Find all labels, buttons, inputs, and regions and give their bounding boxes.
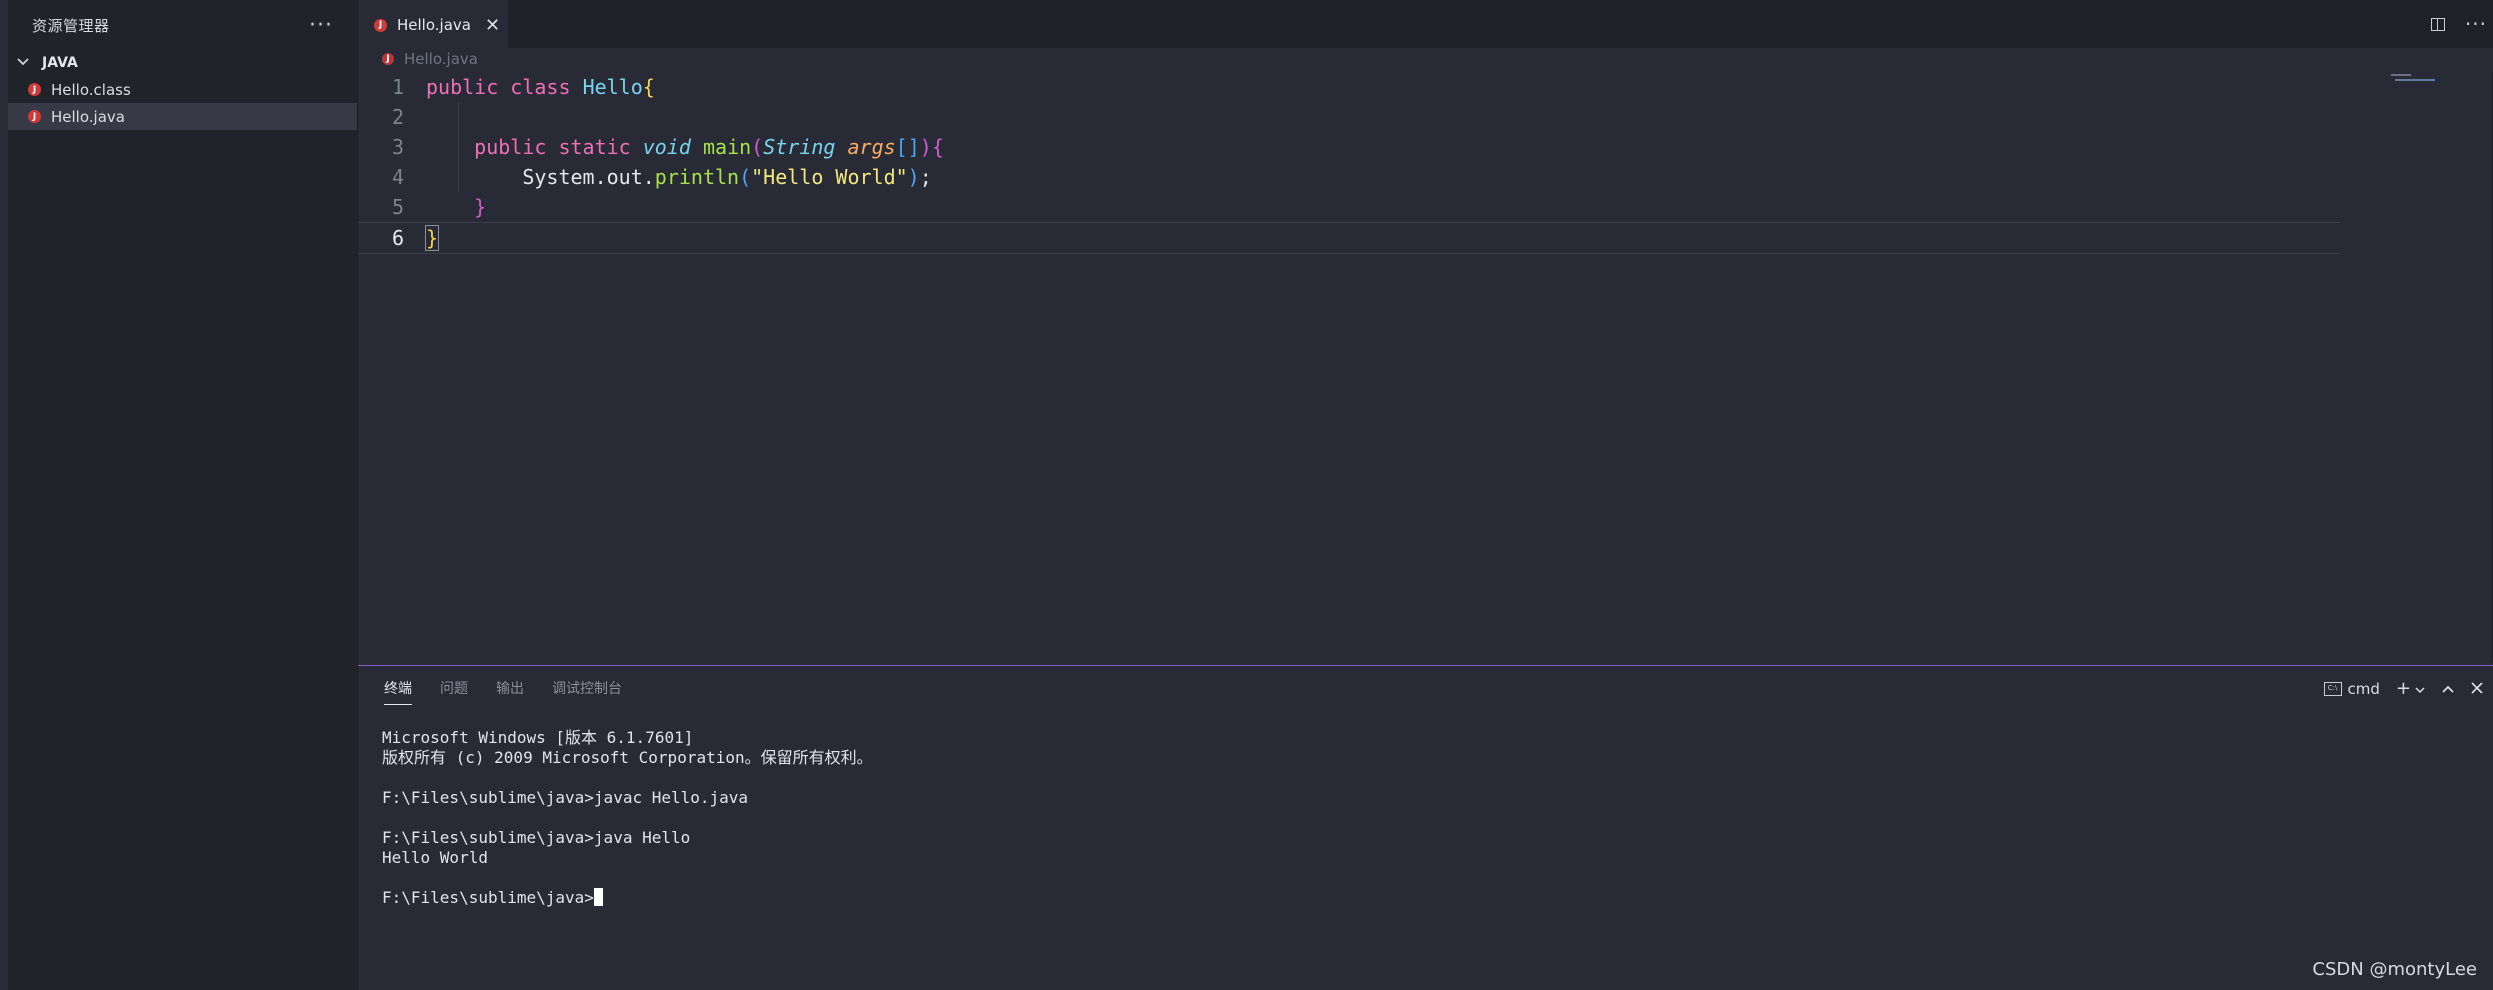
more-actions-icon[interactable]: ··· [2465,12,2487,36]
terminal-selector[interactable]: C:\ cmd [2323,679,2380,698]
file-label: Hello.class [51,80,131,99]
tab-debug-console[interactable]: 调试控制台 [552,672,622,704]
terminal-output[interactable]: Microsoft Windows [版本 6.1.7601] 版权所有 (c) … [382,728,873,908]
editor-actions: ··· [2430,0,2487,48]
line-number: 3 [391,135,404,159]
java-file-icon: J [28,110,41,123]
java-file-icon: J [28,83,41,96]
chevron-up-icon[interactable] [2441,680,2455,698]
line-number: 6 [391,226,404,250]
split-editor-icon[interactable] [2430,17,2445,31]
tab-terminal[interactable]: 终端 [384,672,412,705]
editor-area: J Hello.java ✕ ··· J Hello.java 1 public… [358,0,2493,665]
explorer-sidebar: 资源管理器 ··· JAVA J Hello.class J Hello.jav… [8,0,358,990]
terminal-line: Microsoft Windows [版本 6.1.7601] [382,728,694,747]
terminal-line: F:\Files\sublime\java>java Hello [382,828,691,847]
terminal-line: Hello World [382,848,488,867]
terminal-prompt: F:\Files\sublime\java> [382,888,594,907]
tab-problems[interactable]: 问题 [440,672,468,704]
close-icon[interactable] [2471,680,2483,698]
code-text: System.out.println("Hello World"); [426,165,932,189]
code-line-active: 6 } [358,222,2340,254]
terminal-icon: C:\ [2323,681,2342,696]
code-text: } [474,195,487,219]
line-number: 4 [391,165,404,189]
breadcrumb-file[interactable]: Hello.java [404,50,478,68]
more-actions-icon[interactable]: ··· [309,13,333,38]
code-line: 5 } [358,192,2373,222]
panel-tabs: 终端 问题 输出 调试控制台 [358,666,2493,710]
tab-hello-java[interactable]: J Hello.java ✕ [358,0,508,48]
file-item-hello-java[interactable]: J Hello.java [8,103,357,130]
java-file-icon: J [374,18,387,32]
java-file-icon: J [382,53,394,65]
terminal-line: F:\Files\sublime\java>javac Hello.java [382,788,749,807]
breadcrumb: J Hello.java [358,48,2493,70]
chevron-down-icon [16,55,32,71]
panel-actions: C:\ cmd + [2323,678,2483,699]
editor-tabbar: J Hello.java ✕ ··· [358,0,2493,48]
terminal-cursor [593,888,603,906]
file-item-hello-class[interactable]: J Hello.class [8,76,357,103]
code-text: public static void main(String args[]){ [474,135,944,159]
tab-output[interactable]: 输出 [496,672,524,704]
file-label: Hello.java [51,107,125,126]
code-text: } [424,225,440,251]
terminal-panel: 终端 问题 输出 调试控制台 C:\ cmd + Microsoft Windo… [358,665,2493,990]
code-line: 3 public static void main(String args[])… [358,132,2373,162]
code-line: 4 System.out.println("Hello World"); [358,162,2373,192]
shell-label: cmd [2347,679,2380,698]
explorer-header: 资源管理器 ··· [8,0,357,50]
terminal-line: 版权所有 (c) 2009 Microsoft Corporation。保留所有… [382,748,873,767]
code-line: 2 [358,102,2373,132]
watermark: CSDN @montyLee [2312,959,2477,980]
terminal-prompt-line: F:\Files\sublime\java> [382,888,873,908]
code-line: 1 public class Hello{ [358,72,2373,102]
code-editor[interactable]: 1 public class Hello{ 2 3 public static … [358,72,2373,254]
minimap[interactable] [2381,72,2493,102]
folder-java[interactable]: JAVA [8,50,357,76]
chevron-down-icon[interactable] [2415,680,2425,698]
explorer-title: 资源管理器 [32,16,110,35]
folder-label: JAVA [42,55,78,71]
vscode-window: 资源管理器 ··· JAVA J Hello.class J Hello.jav… [0,0,2493,990]
tab-label: Hello.java [397,16,471,34]
line-number: 2 [391,105,404,129]
line-number: 5 [391,195,404,219]
close-icon[interactable]: ✕ [485,15,500,36]
code-text: public class Hello{ [426,75,655,99]
line-number: 1 [391,75,404,99]
plus-icon[interactable]: + [2396,678,2411,699]
